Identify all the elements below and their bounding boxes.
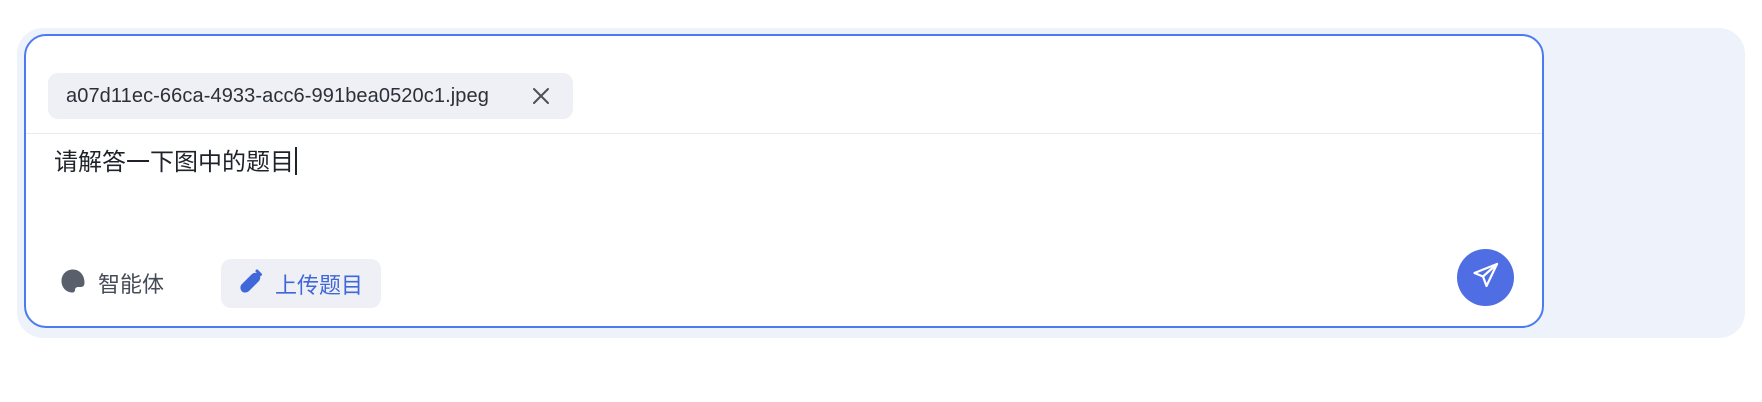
message-input-text: 请解答一下图中的题目 [54,148,294,176]
attached-file-chip[interactable]: a07d11ec-66ca-4933-acc6-991bea0520c1.jpe… [48,73,573,119]
composer-toolbar: 智能体 上传题目 [26,246,1542,326]
upload-button-label: 上传题目 [275,273,364,299]
send-icon [1472,261,1500,294]
agent-button-label: 智能体 [98,273,165,298]
agent-icon [60,268,86,299]
attachment-row: a07d11ec-66ca-4933-acc6-991bea0520c1.jpe… [26,36,1542,134]
paperclip-icon [237,268,263,299]
agent-button[interactable]: 智能体 [60,260,164,306]
close-icon[interactable] [531,86,551,106]
text-caret [295,147,297,175]
message-input[interactable]: 请解答一下图中的题目 [54,142,1514,182]
send-button[interactable] [1457,249,1514,306]
upload-question-button[interactable]: 上传题目 [221,259,381,308]
chat-composer: a07d11ec-66ca-4933-acc6-991bea0520c1.jpe… [24,34,1544,328]
attached-file-name: a07d11ec-66ca-4933-acc6-991bea0520c1.jpe… [66,84,489,107]
